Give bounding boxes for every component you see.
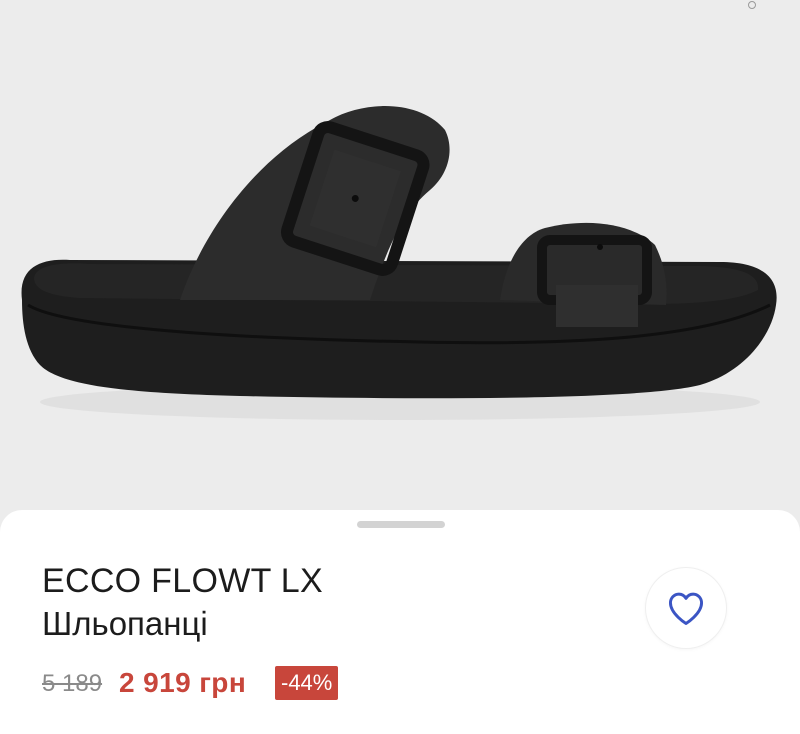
heart-outline-icon <box>668 592 704 626</box>
old-price: 5 189 <box>42 670 103 697</box>
favorite-button[interactable] <box>646 568 726 648</box>
pager-dot-icon <box>748 1 756 9</box>
product-image <box>0 0 800 530</box>
current-price: 2 919 грн <box>119 667 247 698</box>
discount-badge: -44% <box>275 666 339 700</box>
product-category: Шльопанці <box>42 605 208 642</box>
sheet-grabber-handle[interactable] <box>357 521 445 528</box>
product-info-sheet: ECCO FLOWT LX Шльопанці 5 189 2 919 грн … <box>0 510 800 734</box>
product-image-gallery[interactable] <box>0 0 800 530</box>
product-name: ECCO FLOWT LX <box>42 562 323 600</box>
